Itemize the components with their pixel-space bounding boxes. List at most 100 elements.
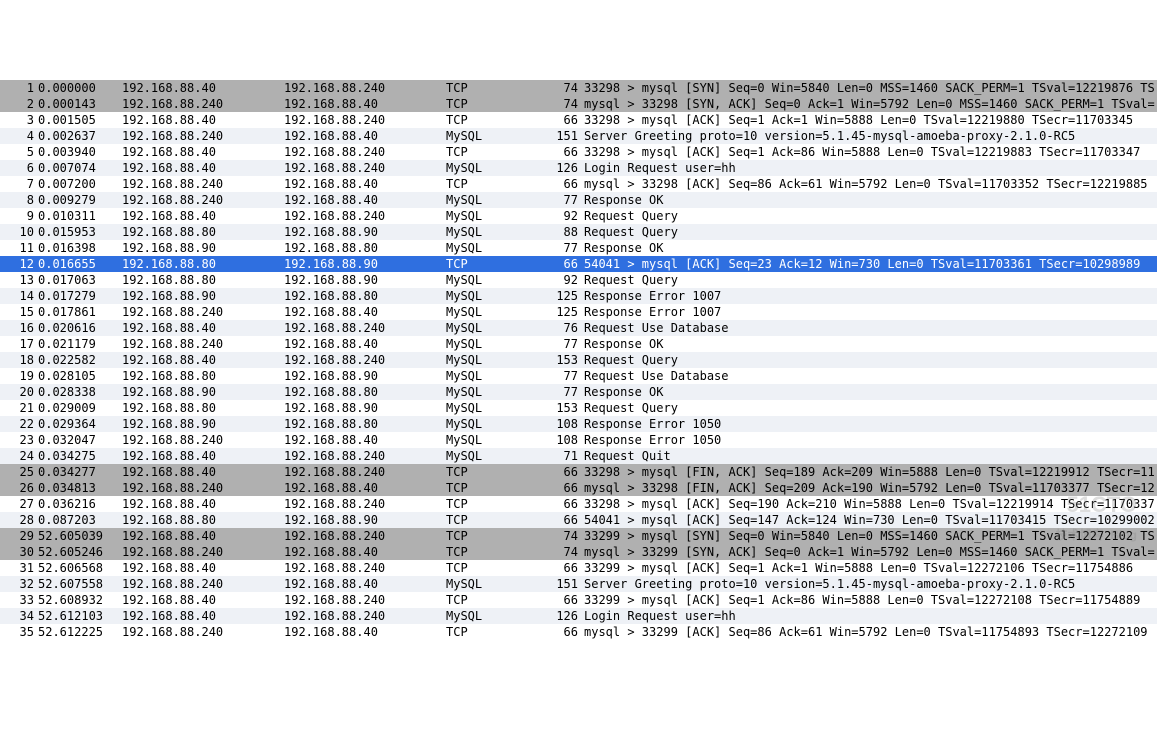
packet-row[interactable]: 3352.608932192.168.88.40192.168.88.240TC… [0, 592, 1157, 608]
packet-row[interactable]: 180.022582192.168.88.40192.168.88.240MyS… [0, 352, 1157, 368]
packet-row[interactable]: 240.034275192.168.88.40192.168.88.240MyS… [0, 448, 1157, 464]
col-source: 192.168.88.40 [110, 464, 272, 480]
col-source: 192.168.88.240 [110, 624, 272, 640]
col-source: 192.168.88.90 [110, 240, 272, 256]
col-destination: 192.168.88.90 [272, 512, 434, 528]
packet-row[interactable]: 40.002637192.168.88.240192.168.88.40MySQ… [0, 128, 1157, 144]
packet-row[interactable]: 130.017063192.168.88.80192.168.88.90MySQ… [0, 272, 1157, 288]
col-destination: 192.168.88.240 [272, 448, 434, 464]
col-protocol: TCP [434, 256, 516, 272]
col-info: Request Use Database [578, 368, 1157, 384]
col-length: 108 [516, 432, 578, 448]
col-no: 21 [4, 400, 34, 416]
col-no: 15 [4, 304, 34, 320]
col-info: Request Query [578, 208, 1157, 224]
packet-row[interactable]: 110.016398192.168.88.90192.168.88.80MySQ… [0, 240, 1157, 256]
packet-row[interactable]: 230.032047192.168.88.240192.168.88.40MyS… [0, 432, 1157, 448]
col-length: 74 [516, 80, 578, 96]
col-source: 192.168.88.80 [110, 272, 272, 288]
col-time: 52.605246 [34, 544, 110, 560]
packet-row[interactable]: 70.007200192.168.88.240192.168.88.40TCP6… [0, 176, 1157, 192]
packet-row[interactable]: 190.028105192.168.88.80192.168.88.90MySQ… [0, 368, 1157, 384]
packet-row[interactable]: 50.003940192.168.88.40192.168.88.240TCP6… [0, 144, 1157, 160]
packet-row[interactable]: 80.009279192.168.88.240192.168.88.40MySQ… [0, 192, 1157, 208]
col-source: 192.168.88.80 [110, 224, 272, 240]
packet-row[interactable]: 250.034277192.168.88.40192.168.88.240TCP… [0, 464, 1157, 480]
packet-row[interactable]: 170.021179192.168.88.240192.168.88.40MyS… [0, 336, 1157, 352]
col-length: 77 [516, 368, 578, 384]
packet-row[interactable]: 270.036216192.168.88.40192.168.88.240TCP… [0, 496, 1157, 512]
packet-row[interactable]: 200.028338192.168.88.90192.168.88.80MySQ… [0, 384, 1157, 400]
col-info: 33298 > mysql [ACK] Seq=1 Ack=1 Win=5888… [578, 112, 1157, 128]
packet-row[interactable]: 3252.607558192.168.88.240192.168.88.40My… [0, 576, 1157, 592]
packet-row[interactable]: 60.007074192.168.88.40192.168.88.240MySQ… [0, 160, 1157, 176]
col-destination: 192.168.88.40 [272, 304, 434, 320]
packet-row[interactable]: 30.001505192.168.88.40192.168.88.240TCP6… [0, 112, 1157, 128]
col-time: 0.015953 [34, 224, 110, 240]
packet-row[interactable]: 100.015953192.168.88.80192.168.88.90MySQ… [0, 224, 1157, 240]
col-destination: 192.168.88.240 [272, 560, 434, 576]
col-destination: 192.168.88.40 [272, 192, 434, 208]
packet-row[interactable]: 3552.612225192.168.88.240192.168.88.40TC… [0, 624, 1157, 640]
col-destination: 192.168.88.40 [272, 128, 434, 144]
col-no: 9 [4, 208, 34, 224]
col-source: 192.168.88.240 [110, 432, 272, 448]
col-protocol: MySQL [434, 352, 516, 368]
col-time: 0.021179 [34, 336, 110, 352]
col-source: 192.168.88.40 [110, 80, 272, 96]
packet-row[interactable]: 3052.605246192.168.88.240192.168.88.40TC… [0, 544, 1157, 560]
col-source: 192.168.88.240 [110, 192, 272, 208]
col-info: Response Error 1050 [578, 416, 1157, 432]
col-destination: 192.168.88.90 [272, 256, 434, 272]
packet-row[interactable]: 220.029364192.168.88.90192.168.88.80MySQ… [0, 416, 1157, 432]
col-time: 0.034813 [34, 480, 110, 496]
col-protocol: TCP [434, 464, 516, 480]
col-destination: 192.168.88.240 [272, 608, 434, 624]
col-info: 54041 > mysql [ACK] Seq=147 Ack=124 Win=… [578, 512, 1157, 528]
col-no: 35 [4, 624, 34, 640]
packet-row[interactable]: 90.010311192.168.88.40192.168.88.240MySQ… [0, 208, 1157, 224]
col-length: 126 [516, 160, 578, 176]
col-time: 0.017279 [34, 288, 110, 304]
col-source: 192.168.88.80 [110, 512, 272, 528]
col-info: Request Query [578, 272, 1157, 288]
col-source: 192.168.88.240 [110, 128, 272, 144]
packet-row[interactable]: 280.087203192.168.88.80192.168.88.90TCP6… [0, 512, 1157, 528]
packet-row[interactable]: 10.000000192.168.88.40192.168.88.240TCP7… [0, 80, 1157, 96]
col-source: 192.168.88.90 [110, 384, 272, 400]
col-length: 66 [516, 144, 578, 160]
col-source: 192.168.88.80 [110, 256, 272, 272]
packet-row[interactable]: 3152.606568192.168.88.40192.168.88.240TC… [0, 560, 1157, 576]
packet-row[interactable]: 2952.605039192.168.88.40192.168.88.240TC… [0, 528, 1157, 544]
col-source: 192.168.88.240 [110, 576, 272, 592]
col-protocol: MySQL [434, 576, 516, 592]
col-source: 192.168.88.240 [110, 480, 272, 496]
packet-row[interactable]: 120.016655192.168.88.80192.168.88.90TCP6… [0, 256, 1157, 272]
packet-row[interactable]: 20.000143192.168.88.240192.168.88.40TCP7… [0, 96, 1157, 112]
col-info: Request Query [578, 400, 1157, 416]
col-time: 52.605039 [34, 528, 110, 544]
col-no: 25 [4, 464, 34, 480]
col-info: 33298 > mysql [ACK] Seq=1 Ack=86 Win=588… [578, 144, 1157, 160]
col-source: 192.168.88.40 [110, 608, 272, 624]
packet-row[interactable]: 150.017861192.168.88.240192.168.88.40MyS… [0, 304, 1157, 320]
col-time: 0.000143 [34, 96, 110, 112]
col-destination: 192.168.88.40 [272, 624, 434, 640]
packet-row[interactable]: 140.017279192.168.88.90192.168.88.80MySQ… [0, 288, 1157, 304]
col-protocol: TCP [434, 544, 516, 560]
col-protocol: MySQL [434, 400, 516, 416]
col-info: Response OK [578, 192, 1157, 208]
col-length: 66 [516, 464, 578, 480]
col-time: 52.606568 [34, 560, 110, 576]
col-time: 0.010311 [34, 208, 110, 224]
packet-row[interactable]: 3452.612103192.168.88.40192.168.88.240My… [0, 608, 1157, 624]
col-protocol: TCP [434, 80, 516, 96]
packet-list[interactable]: 10.000000192.168.88.40192.168.88.240TCP7… [0, 80, 1157, 640]
col-time: 0.034277 [34, 464, 110, 480]
col-info: 54041 > mysql [ACK] Seq=23 Ack=12 Win=73… [578, 256, 1157, 272]
col-length: 151 [516, 128, 578, 144]
packet-row[interactable]: 160.020616192.168.88.40192.168.88.240MyS… [0, 320, 1157, 336]
col-protocol: TCP [434, 560, 516, 576]
packet-row[interactable]: 210.029009192.168.88.80192.168.88.90MySQ… [0, 400, 1157, 416]
packet-row[interactable]: 260.034813192.168.88.240192.168.88.40TCP… [0, 480, 1157, 496]
